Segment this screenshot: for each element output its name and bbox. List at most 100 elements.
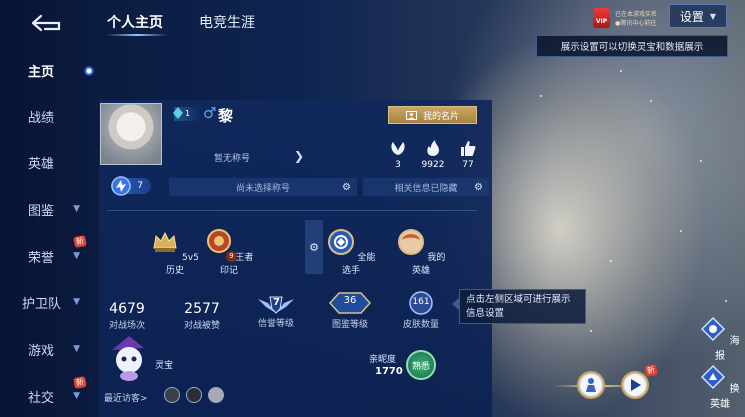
badge-5v5-history[interactable]: 5v5历史 [147, 228, 203, 276]
sidebar-item-label: 游戏 [28, 343, 55, 359]
sidebar-item-games[interactable]: 游戏 ▼ [0, 334, 90, 364]
badge-label: 我的英雄 [411, 253, 446, 276]
tab-esports-career[interactable]: 电竞生涯 [199, 12, 255, 32]
player-level: 7 [137, 181, 143, 191]
new-badge: 新 [73, 235, 87, 248]
change-hero-button[interactable]: 换英雄 [700, 364, 740, 410]
title-select-field[interactable]: 尚未选择称号 ⚙ [169, 178, 357, 196]
new-badge: 新 [73, 376, 87, 389]
badge-label: 全能选手 [341, 253, 376, 276]
stat-number: 4679 [109, 301, 145, 317]
poster-button[interactable]: 海报 [700, 316, 740, 362]
stat-likes: 77 [451, 139, 485, 170]
level-star-icon [111, 176, 131, 196]
vip-icon: VIP [593, 8, 610, 28]
chevron-down-icon: ▼ [73, 204, 80, 214]
no-title-text: 暂无称号 [214, 154, 251, 164]
back-arrow-icon [31, 14, 61, 32]
intimacy-level-badge[interactable]: 熟悉 [406, 350, 436, 380]
settings-label: 设置 [679, 9, 704, 24]
gear-icon: ⚙ [342, 181, 351, 193]
active-indicator [84, 66, 94, 76]
change-hero-icon [701, 364, 726, 390]
recent-visitors-link[interactable]: 最近访客> [104, 391, 148, 404]
skin-count-value: 161 [412, 297, 430, 307]
flame-icon [427, 140, 439, 156]
back-button[interactable] [22, 10, 66, 36]
intimacy-label: 亲昵度 [369, 355, 397, 365]
realname-verification[interactable]: VIP 已在本游戏实名 ●腾讯中心前往 [593, 6, 663, 28]
collection-level-value: 36 [343, 295, 357, 306]
badge-config-button[interactable]: ⚙ [305, 220, 323, 274]
chevron-right-icon[interactable]: ❯ [294, 149, 304, 163]
intimacy-badge-label: 熟悉 [411, 361, 430, 372]
play-animation-button[interactable] [621, 371, 649, 399]
info-hidden-field[interactable]: 相关信息已隐藏 ⚙ [363, 178, 489, 196]
intimacy-value: 1770 [375, 366, 403, 377]
sidebar-item-heroes[interactable]: 英雄 [0, 147, 90, 177]
stat-credit-level[interactable]: 7 信誉等级 [244, 293, 308, 329]
sidebar-item-label: 战绩 [28, 110, 55, 126]
stat-match-likes[interactable]: 2577 对战被赞 [170, 301, 234, 331]
visitor-avatar[interactable] [164, 387, 180, 403]
hint-arrow [452, 298, 459, 310]
stat-value: 3 [395, 160, 401, 170]
hero-portrait-icon [397, 229, 424, 255]
stat-matches[interactable]: 4679 对战场次 [95, 301, 159, 331]
chevron-down-icon: ▼ [73, 297, 80, 307]
badge-label: 5v5历史 [165, 253, 199, 276]
gender-icon: ♂ [203, 104, 217, 122]
chevron-down-icon: ▼ [73, 251, 80, 261]
stat-leaf: 3 [381, 139, 415, 170]
credit-level-value: 7 [273, 297, 280, 308]
sidebar-item-label: 社交 [28, 390, 55, 406]
namecard-button[interactable]: 我的名片 [388, 106, 477, 124]
sidebar-item-label: 主页 [28, 64, 55, 80]
sidebar-item-label: 英雄 [28, 156, 55, 172]
king-mark-value: 9 [226, 251, 237, 262]
stat-number: 2577 [184, 301, 220, 317]
new-badge: 新 [644, 364, 658, 377]
sidebar-item-record[interactable]: 战绩 [0, 101, 90, 131]
stat-label: 皮肤数量 [402, 320, 439, 330]
badge-all-round[interactable]: 全能选手 [323, 228, 379, 276]
poster-icon [701, 316, 726, 342]
person-icon [586, 378, 596, 392]
leaf-icon [391, 142, 405, 155]
rank-diamond-icon [173, 107, 183, 119]
chevron-down-icon: ▼ [709, 11, 717, 21]
stat-collection-level[interactable]: 36 图鉴等级 [318, 290, 382, 330]
pet-icon[interactable] [106, 336, 152, 382]
stat-label: 对战场次 [108, 321, 145, 331]
sidebar-item-collection[interactable]: 图鉴 ▼ [0, 194, 90, 224]
settings-button[interactable]: 设置 ▼ [669, 4, 727, 28]
stat-popularity: 9922 [416, 139, 450, 170]
visitor-avatar[interactable] [208, 387, 224, 403]
sidebar-item-guard-team[interactable]: 护卫队 ▼ [0, 287, 90, 317]
tab-profile[interactable]: 个人主页 [107, 12, 163, 32]
badge-my-hero[interactable]: 我的英雄 [393, 228, 449, 276]
character-action-button[interactable] [577, 371, 605, 399]
title-field-text: 尚未选择称号 [235, 183, 290, 194]
crown-badge-icon [153, 231, 177, 252]
stat-label: 图鉴等级 [331, 320, 368, 330]
id-card-icon [405, 110, 417, 120]
chevron-down-icon: ▼ [73, 391, 80, 401]
namecard-label: 我的名片 [422, 111, 459, 122]
chevron-down-icon: ▼ [73, 344, 80, 354]
visitor-avatar[interactable] [186, 387, 202, 403]
player-name: 黎 [218, 107, 234, 125]
play-icon [631, 379, 641, 391]
sidebar-item-label: 荣誉 [28, 250, 55, 266]
avatar[interactable] [100, 103, 162, 165]
stat-skin-count[interactable]: 161 皮肤数量 [389, 290, 453, 330]
vip-line2: ●腾讯中心前往 [615, 20, 657, 27]
tab-underline [106, 34, 168, 36]
divider [107, 210, 477, 211]
pet-label: 灵宝 [155, 361, 174, 371]
thumbs-up-icon [461, 141, 476, 156]
stat-value: 77 [462, 160, 474, 170]
gear-icon: ⚙ [474, 181, 483, 193]
sidebar-item-label: 护卫队 [22, 296, 62, 312]
sidebar-item-home[interactable]: 主页 [0, 55, 90, 85]
